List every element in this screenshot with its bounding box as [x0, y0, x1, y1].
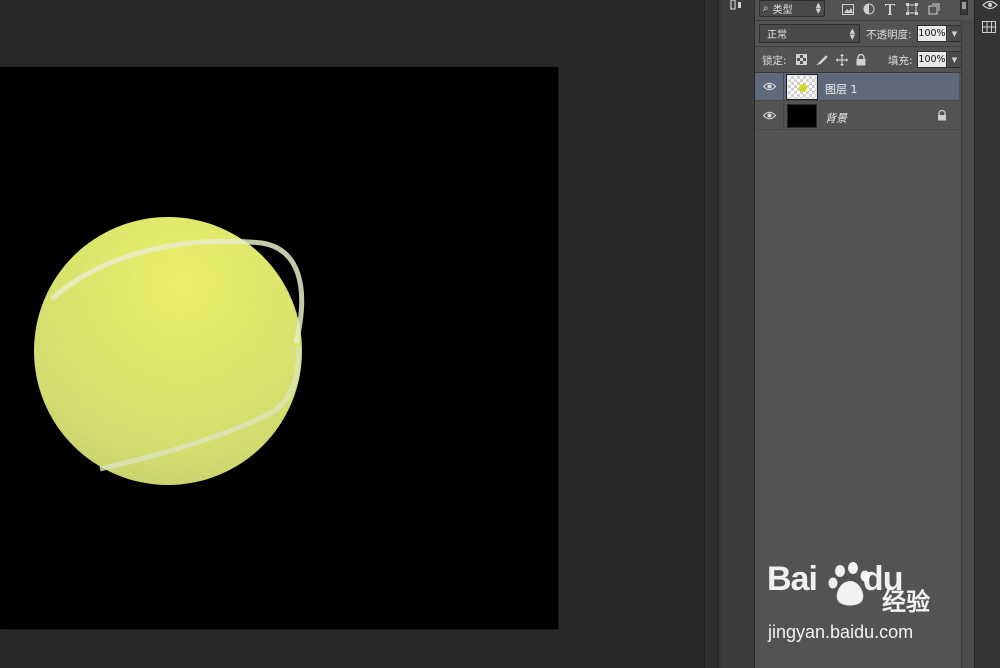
panel-divider[interactable] [704, 0, 718, 668]
right-panel-dock [974, 0, 1000, 668]
fill-slider-button[interactable]: ▼ [948, 51, 962, 68]
divider [783, 73, 784, 101]
select-arrows-icon: ▲ ▼ [849, 27, 855, 41]
tennis-ball-image [34, 217, 305, 485]
eye-icon[interactable] [763, 81, 776, 92]
document-canvas[interactable] [0, 67, 558, 629]
blend-mode-value: 正常 [767, 30, 787, 41]
lock-label: 锁定: [762, 55, 787, 67]
fill-input[interactable]: 100% [917, 51, 947, 68]
fill-label: 填充: [888, 55, 913, 67]
history-panel-icon[interactable] [729, 0, 745, 12]
type-icon[interactable] [883, 2, 897, 16]
blend-mode-select[interactable]: 正常 ▲ ▼ [759, 24, 860, 43]
lock-icon[interactable] [937, 110, 947, 121]
search-icon: ⌕ [763, 3, 769, 14]
filter-kind-label: 类型 [772, 5, 793, 16]
lock-transparent-pixels-icon[interactable] [795, 53, 808, 66]
adjustment-icon[interactable] [862, 2, 876, 16]
opacity-input[interactable]: 100% [917, 25, 947, 42]
shape-icon[interactable] [905, 2, 919, 16]
opacity-slider-button[interactable]: ▼ [948, 25, 962, 42]
filter-toggle-switch[interactable] [960, 0, 968, 15]
lock-image-pixels-icon[interactable] [815, 53, 828, 66]
filter-kind-select[interactable]: ⌕ 类型 ▲ ▼ [759, 0, 825, 17]
divider [755, 20, 961, 21]
baidu-paw-icon [828, 562, 870, 606]
document-workspace [0, 0, 704, 668]
divider [783, 102, 784, 130]
baidu-jingyan-watermark: Bai du 经验 jingyan.baidu.com [764, 560, 954, 650]
layer-name[interactable]: 背景 [825, 110, 847, 126]
image-icon[interactable] [841, 2, 855, 16]
eye-icon[interactable] [763, 110, 776, 121]
layer-filter-row: ⌕ 类型 ▲ ▼ [755, 0, 968, 20]
collapsed-panel-dock [718, 0, 754, 668]
opacity-label: 不透明度: [866, 29, 912, 41]
select-arrows-icon: ▲ ▼ [815, 1, 821, 15]
layer-row[interactable]: 图层 1 [755, 73, 959, 101]
lock-position-icon[interactable] [835, 53, 848, 66]
layer-name[interactable]: 图层 1 [825, 81, 858, 97]
divider [755, 46, 961, 47]
dock-inner [721, 0, 754, 668]
watermark-url: jingyan.baidu.com [768, 622, 914, 642]
layer-thumbnail[interactable] [786, 74, 818, 100]
lock-all-icon[interactable] [854, 53, 867, 66]
smart-object-icon[interactable] [927, 2, 941, 16]
eye-icon[interactable] [982, 0, 998, 10]
watermark-brand-text: 经验 [882, 588, 930, 616]
panel-scrollbar[interactable] [961, 20, 975, 668]
tennis-ball-thumbnail [799, 84, 807, 92]
layer-thumbnail[interactable] [787, 104, 817, 128]
layer-row[interactable]: 背景 [755, 102, 959, 130]
grid-icon[interactable] [982, 21, 996, 33]
